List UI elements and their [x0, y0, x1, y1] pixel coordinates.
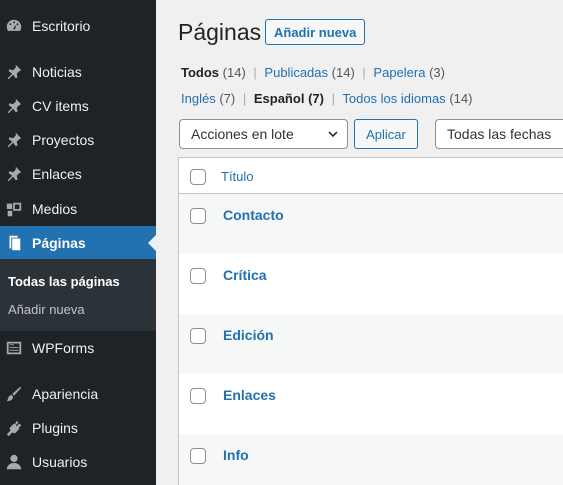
filter-all-languages-count: (14) — [449, 91, 473, 106]
dashboard-icon — [4, 16, 24, 36]
table-header: Título — [179, 158, 563, 194]
menu-label: Enlaces — [32, 166, 82, 182]
menu-label: Medios — [32, 201, 78, 217]
table-row: Info — [179, 434, 563, 485]
filter-published[interactable]: Publicadas — [264, 65, 328, 80]
menu-label: Noticias — [32, 64, 82, 80]
select-all-checkbox[interactable] — [190, 169, 206, 185]
row-checkbox[interactable] — [190, 448, 206, 464]
filter-spanish-count: (7) — [308, 91, 324, 106]
date-filter-value: Todas las fechas — [447, 126, 552, 142]
row-title-link[interactable]: Info — [223, 447, 249, 463]
filter-separator: | — [253, 65, 257, 80]
pages-table: Título Contacto Crítica Edición Enlaces … — [178, 157, 563, 485]
paintbrush-icon — [4, 384, 24, 404]
pages-submenu: Todas las páginas Añadir nueva — [0, 259, 156, 331]
menu-item-usuarios[interactable]: Usuarios — [0, 445, 156, 479]
bulk-actions-select[interactable]: Acciones en lote — [179, 119, 348, 149]
pin-icon — [4, 130, 24, 150]
menu-item-cv-items[interactable]: CV items — [0, 89, 156, 123]
row-title-link[interactable]: Edición — [223, 327, 274, 343]
row-checkbox[interactable] — [190, 268, 206, 284]
admin-sidebar: Escritorio Noticias CV items Proyectos E… — [0, 0, 156, 485]
row-checkbox[interactable] — [190, 328, 206, 344]
menu-label: Proyectos — [32, 132, 95, 148]
language-filters: Inglés (7) | Español (7) | Todos los idi… — [181, 91, 472, 106]
table-row: Edición — [179, 314, 563, 374]
filter-trash[interactable]: Papelera — [373, 65, 425, 80]
filter-english[interactable]: Inglés — [181, 91, 216, 106]
status-filters: Todos (14) | Publicadas (14) | Papelera … — [181, 65, 445, 80]
filter-published-count: (14) — [331, 65, 355, 80]
pin-icon — [4, 62, 24, 82]
pages-icon — [4, 233, 24, 253]
row-title-link[interactable]: Enlaces — [223, 387, 276, 403]
forms-icon — [4, 338, 24, 358]
date-filter-select[interactable]: Todas las fechas — [435, 119, 563, 149]
pin-icon — [4, 164, 24, 184]
bulk-actions-value: Acciones en lote — [191, 126, 294, 142]
plugin-icon — [4, 418, 24, 438]
column-title-header[interactable]: Título — [221, 169, 254, 184]
menu-item-escritorio[interactable]: Escritorio — [0, 9, 156, 43]
pin-icon — [4, 96, 24, 116]
submenu-anadir-nueva[interactable]: Añadir nueva — [8, 302, 85, 317]
filter-separator: | — [331, 91, 335, 106]
filter-trash-count: (3) — [429, 65, 445, 80]
page-title: Páginas — [178, 19, 262, 45]
chevron-down-icon — [328, 131, 338, 138]
filter-all-languages[interactable]: Todos los idiomas — [342, 91, 445, 106]
filter-all-count: (14) — [222, 65, 246, 80]
media-icon — [4, 199, 24, 219]
menu-item-apariencia[interactable]: Apariencia — [0, 377, 156, 411]
menu-label: Apariencia — [32, 386, 99, 402]
apply-button[interactable]: Aplicar — [354, 119, 418, 149]
menu-item-noticias[interactable]: Noticias — [0, 55, 156, 89]
row-checkbox[interactable] — [190, 388, 206, 404]
main-content: Páginas Añadir nueva Todos (14) | Public… — [156, 0, 563, 485]
table-row: Contacto — [179, 194, 563, 254]
menu-label: WPForms — [32, 340, 95, 356]
menu-item-enlaces[interactable]: Enlaces — [0, 157, 156, 191]
row-title-link[interactable]: Contacto — [223, 207, 284, 223]
menu-label: Plugins — [32, 420, 78, 436]
menu-label: CV items — [32, 98, 89, 114]
row-title-link[interactable]: Crítica — [223, 267, 267, 283]
menu-item-paginas[interactable]: Páginas — [0, 226, 156, 260]
add-new-button[interactable]: Añadir nueva — [265, 19, 366, 45]
filter-separator: | — [362, 65, 366, 80]
menu-item-wpforms[interactable]: WPForms — [0, 331, 156, 365]
users-icon — [4, 452, 24, 472]
table-row: Enlaces — [179, 374, 563, 434]
menu-label: Escritorio — [32, 18, 91, 34]
menu-item-medios[interactable]: Medios — [0, 192, 156, 226]
table-row: Crítica — [179, 254, 563, 314]
filter-separator: | — [242, 91, 247, 106]
submenu-todas-las-paginas[interactable]: Todas las páginas — [8, 274, 120, 289]
menu-item-plugins[interactable]: Plugins — [0, 411, 156, 445]
filter-all[interactable]: Todos — [181, 65, 219, 80]
row-checkbox[interactable] — [190, 208, 206, 224]
menu-label: Páginas — [32, 235, 86, 251]
filter-english-count: (7) — [219, 91, 236, 106]
menu-label: Usuarios — [32, 454, 88, 470]
filter-spanish[interactable]: Español — [254, 91, 305, 106]
menu-item-proyectos[interactable]: Proyectos — [0, 123, 156, 157]
